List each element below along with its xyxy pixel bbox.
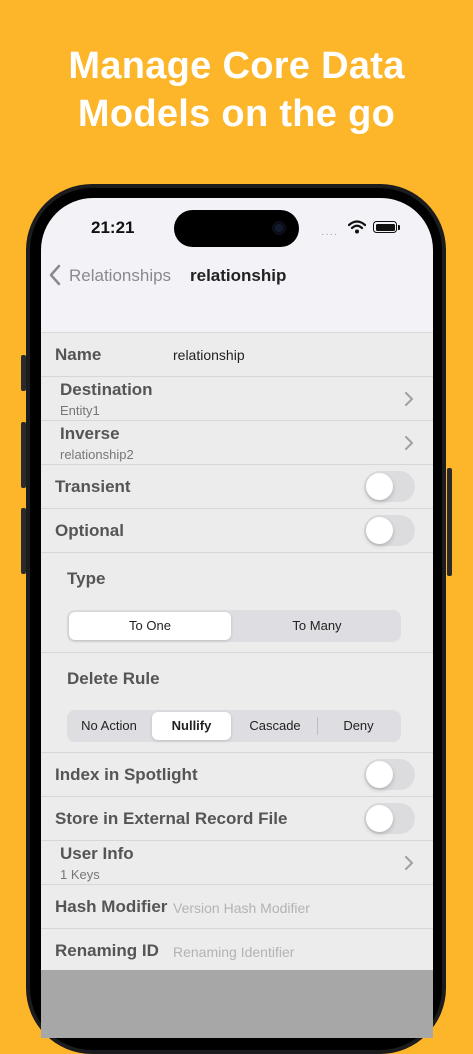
camera-icon (272, 221, 286, 235)
relationship-form: Name relationship Destination Entity1 In… (41, 332, 433, 973)
delete-rule-segmented-control[interactable]: No Action Nullify Cascade Deny (67, 710, 401, 742)
name-field[interactable]: relationship (173, 347, 245, 363)
index-spotlight-toggle[interactable] (364, 759, 415, 790)
hash-modifier-row: Hash Modifier Version Hash Modifier (41, 885, 433, 929)
delete-rule-option-cascade[interactable]: Cascade (234, 712, 316, 740)
hash-modifier-label: Hash Modifier (55, 897, 168, 916)
type-section: Type To One To Many (41, 553, 433, 653)
destination-value: Entity1 (60, 403, 100, 418)
phone-power-button (447, 468, 452, 576)
chevron-right-icon (405, 392, 413, 406)
index-spotlight-row: Index in Spotlight (41, 753, 433, 797)
delete-rule-option-no-action[interactable]: No Action (69, 712, 149, 740)
user-info-label: User Info (60, 844, 134, 863)
wifi-icon (348, 220, 366, 234)
phone-screen: 21:21 ···· Relationships relationship Na… (41, 198, 433, 1038)
destination-row[interactable]: Destination Entity1 (41, 377, 433, 421)
external-record-toggle[interactable] (364, 803, 415, 834)
user-info-row[interactable]: User Info 1 Keys (41, 841, 433, 885)
delete-rule-option-deny[interactable]: Deny (318, 712, 399, 740)
renaming-id-input[interactable]: Renaming Identifier (173, 944, 294, 960)
optional-toggle[interactable] (364, 515, 415, 546)
optional-row: Optional (41, 509, 433, 553)
type-label: Type (67, 569, 106, 588)
index-spotlight-label: Index in Spotlight (55, 765, 198, 784)
headline-line-1: Manage Core Data (68, 45, 405, 87)
headline-line-2: Models on the go (77, 93, 396, 135)
back-button[interactable]: Relationships (69, 266, 171, 286)
inverse-label: Inverse (60, 424, 120, 443)
external-record-label: Store in External Record File (55, 809, 288, 828)
chevron-right-icon (405, 856, 413, 870)
optional-label: Optional (55, 521, 124, 540)
user-info-value: 1 Keys (60, 867, 100, 882)
navigation-bar: Relationships relationship (41, 260, 433, 290)
transient-label: Transient (55, 477, 131, 496)
inverse-value: relationship2 (60, 447, 134, 462)
name-label: Name (55, 345, 102, 364)
transient-toggle[interactable] (364, 471, 415, 502)
delete-rule-label: Delete Rule (67, 669, 160, 688)
hash-modifier-input[interactable]: Version Hash Modifier (173, 900, 310, 916)
dynamic-island (174, 210, 299, 247)
type-option-to-many[interactable]: To Many (235, 612, 399, 640)
signal-icon: ···· (321, 229, 339, 240)
type-segmented-control[interactable]: To One To Many (67, 610, 401, 642)
inverse-row[interactable]: Inverse relationship2 (41, 421, 433, 465)
delete-rule-section: Delete Rule No Action Nullify Cascade De… (41, 653, 433, 753)
transient-row: Transient (41, 465, 433, 509)
external-record-row: Store in External Record File (41, 797, 433, 841)
name-row[interactable]: Name relationship (41, 333, 433, 377)
chevron-right-icon (405, 436, 413, 450)
destination-label: Destination (60, 380, 153, 399)
page-title: relationship (190, 266, 287, 285)
renaming-id-label: Renaming ID (55, 941, 159, 960)
type-option-to-one[interactable]: To One (69, 612, 231, 640)
bottom-overlay (41, 970, 433, 1038)
back-chevron-icon[interactable] (49, 264, 61, 286)
battery-icon (373, 221, 400, 233)
renaming-id-row: Renaming ID Renaming Identifier (41, 929, 433, 973)
delete-rule-option-nullify[interactable]: Nullify (152, 712, 231, 740)
status-time: 21:21 (91, 218, 135, 237)
